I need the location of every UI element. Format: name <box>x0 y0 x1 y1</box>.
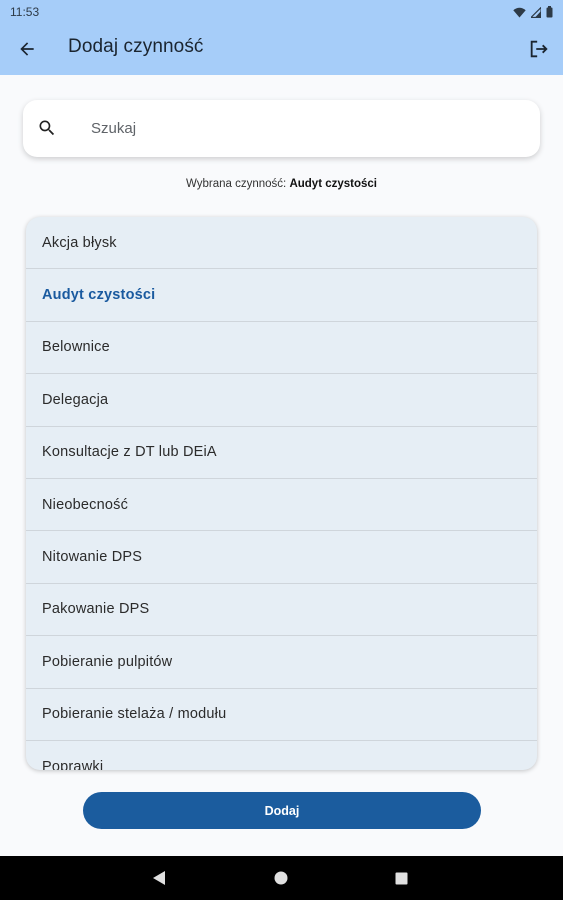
selected-activity-label: Wybrana czynność: <box>185 178 287 190</box>
activity-list[interactable]: Akcja błysk Audyt czystości Belownice De… <box>26 217 537 770</box>
list-item[interactable]: Pobieranie pulpitów <box>26 636 537 689</box>
list-item-label: Pobieranie stelaża / modułu <box>42 706 227 723</box>
list-item-label: Poprawki <box>42 758 104 770</box>
back-button[interactable] <box>3 25 51 73</box>
status-icons <box>513 6 553 18</box>
list-item[interactable]: Audyt czystości <box>26 269 537 322</box>
list-item[interactable]: Nieobecność <box>26 479 537 532</box>
nav-back-icon[interactable] <box>152 870 166 886</box>
list-item-label: Pakowanie DPS <box>42 601 150 618</box>
list-item-label: Akcja błysk <box>42 234 117 251</box>
list-item[interactable]: Pakowanie DPS <box>26 584 537 637</box>
status-time: 11:53 <box>10 5 40 19</box>
search-input[interactable] <box>91 100 521 157</box>
nav-home-icon[interactable] <box>274 871 288 885</box>
search-box[interactable] <box>23 100 540 157</box>
system-nav-bar <box>0 856 563 900</box>
list-item-label: Delegacja <box>42 391 109 408</box>
selected-activity-line: Wybrana czynność: Audyt czystości <box>0 178 563 190</box>
list-item[interactable]: Poprawki <box>26 741 537 770</box>
logout-icon <box>530 40 548 58</box>
app-bar: Dodaj czynność <box>0 24 563 75</box>
list-item[interactable]: Pobieranie stelaża / modułu <box>26 689 537 741</box>
search-icon <box>39 120 55 136</box>
page-title: Dodaj czynność <box>68 36 204 57</box>
list-item-label: Audyt czystości <box>42 287 156 304</box>
list-item[interactable]: Belownice <box>26 322 537 375</box>
list-item-label: Konsultacje z DT lub DEiA <box>42 444 217 461</box>
wifi-icon <box>513 7 526 17</box>
battery-icon <box>546 6 553 18</box>
nav-recent-apps-icon[interactable] <box>395 872 408 885</box>
list-item-label: Nitowanie DPS <box>42 549 143 566</box>
list-item[interactable]: Akcja błysk <box>26 217 537 270</box>
list-item-label: Nieobecność <box>42 496 129 513</box>
signal-icon <box>531 6 541 18</box>
arrow-back-icon <box>20 42 34 56</box>
list-item[interactable]: Nitowanie DPS <box>26 531 537 584</box>
logout-button[interactable] <box>515 25 563 73</box>
add-button[interactable]: Dodaj <box>83 792 481 829</box>
list-item[interactable]: Delegacja <box>26 374 537 427</box>
selected-activity-value: Audyt czystości <box>289 178 377 190</box>
status-bar: 11:53 <box>0 0 563 24</box>
list-item-label: Belownice <box>42 339 110 356</box>
list-item-label: Pobieranie pulpitów <box>42 653 173 670</box>
list-item[interactable]: Konsultacje z DT lub DEiA <box>26 427 537 479</box>
